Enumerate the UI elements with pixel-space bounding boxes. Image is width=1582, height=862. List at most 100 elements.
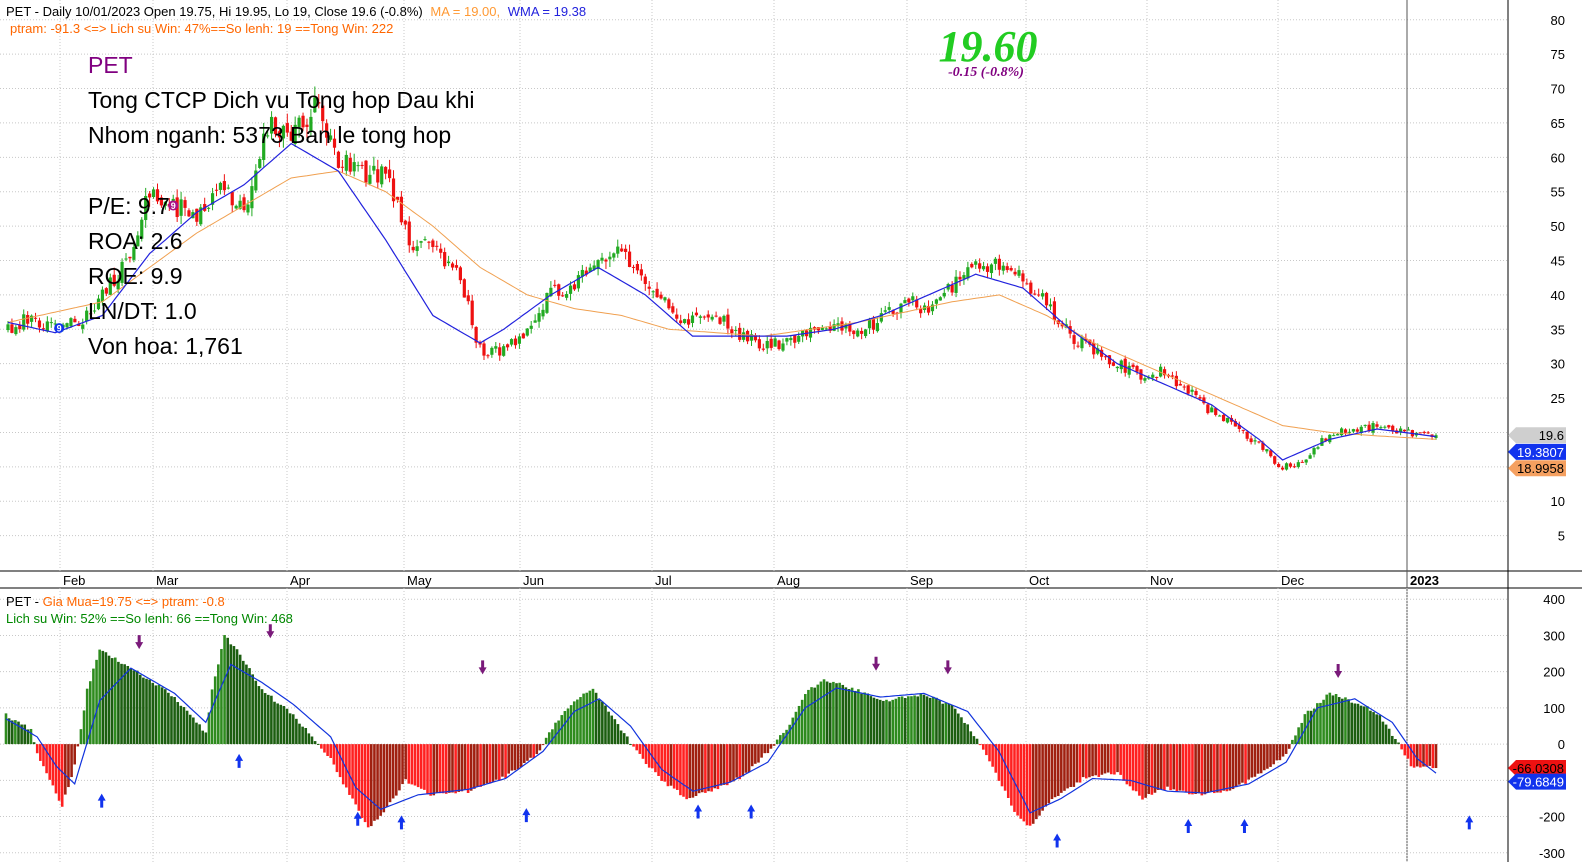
candle-body [1225, 417, 1230, 423]
osc-bar [98, 649, 101, 745]
osc-bar [660, 744, 663, 781]
candle-body [883, 310, 887, 312]
candle-body [218, 182, 223, 190]
osc-bar [432, 744, 436, 796]
candle-body [714, 315, 718, 317]
osc-bar [276, 703, 279, 745]
osc-bar [1094, 744, 1097, 776]
osc-bar [1106, 744, 1110, 773]
osc-bar [541, 744, 545, 746]
osc-bar [1025, 744, 1029, 826]
osc-bar [1113, 744, 1116, 775]
osc-bar [981, 744, 985, 750]
wma-tag: 19.3807 [1517, 445, 1564, 460]
osc-bar [666, 744, 670, 787]
osc-bar [92, 668, 95, 745]
osc-bar [1384, 724, 1388, 745]
info-company: Tong CTCP Dich vu Tong hop Dau khi [88, 87, 475, 113]
price-tick-label: 45 [1551, 253, 1565, 268]
osc-bar [1381, 721, 1385, 745]
candle-body [1280, 467, 1285, 470]
osc-bar [1181, 744, 1185, 791]
candle-body [521, 333, 525, 339]
candle-body [10, 324, 14, 333]
osc-bar [1078, 744, 1082, 783]
osc-bar [410, 744, 414, 785]
osc-bar [922, 694, 926, 745]
osc-bar [897, 697, 901, 745]
osc-bar [1159, 744, 1163, 790]
osc-bar [51, 744, 55, 786]
candle-body [887, 307, 891, 310]
candle-body [726, 314, 730, 329]
price-tick-label: 60 [1551, 150, 1565, 165]
osc-bar [232, 646, 236, 745]
candle-body [655, 288, 659, 298]
osc-bar [963, 722, 966, 745]
osc-bar [301, 726, 304, 745]
candle-body [517, 336, 522, 344]
osc-bar [794, 711, 798, 745]
osc-bar [1216, 744, 1219, 793]
candle-body [899, 303, 903, 313]
candle-body [226, 187, 230, 189]
candle-body [1182, 386, 1186, 388]
osc-bar [675, 744, 679, 790]
osc-bar [1431, 744, 1435, 769]
osc-bar [1334, 694, 1338, 745]
osc-bar [1194, 744, 1197, 794]
osc-bar [354, 744, 357, 805]
candle-body [675, 314, 679, 319]
osc-bar [704, 744, 707, 793]
candle-body [734, 329, 738, 331]
osc-bar [822, 679, 826, 745]
osc-bar [1250, 744, 1254, 778]
osc-bar [1359, 705, 1363, 745]
osc-bar [966, 724, 969, 745]
osc-bar [1072, 744, 1076, 787]
candle-body [494, 346, 498, 349]
price-change: -0.15 (-0.8%) [948, 65, 1024, 80]
osc-bar [950, 705, 954, 745]
osc-bar [170, 696, 173, 745]
osc-bar [173, 697, 176, 745]
osc-bar [357, 744, 361, 811]
osc-bar [694, 744, 698, 797]
osc-bar [788, 724, 791, 745]
osc-bar [226, 637, 229, 745]
osc-bar [1390, 735, 1394, 745]
candle-body [423, 239, 427, 241]
candle-body [435, 245, 439, 247]
osc-bar [157, 684, 161, 745]
osc-bar [316, 743, 320, 745]
candle-body [537, 313, 541, 322]
candle-body [769, 338, 773, 348]
osc-bar [760, 744, 763, 758]
osc-bar [919, 693, 923, 745]
candle-body [1371, 423, 1375, 433]
candle-body [690, 315, 695, 323]
osc-bar [1394, 739, 1397, 745]
osc-bar [1362, 706, 1366, 745]
osc-bar [1347, 699, 1350, 745]
osc-bar [220, 648, 223, 745]
candle-body [446, 261, 451, 264]
osc-bar [582, 693, 585, 745]
osc-bar [117, 661, 120, 745]
signal-marker-label: 9 [57, 324, 62, 334]
osc-bar [326, 744, 329, 757]
osc-bar [626, 736, 629, 745]
osc-bar [619, 730, 623, 745]
osc-bar [1234, 744, 1238, 788]
osc-bar [57, 744, 61, 801]
candle-body [722, 315, 726, 322]
candle-body [22, 314, 26, 330]
osc-bar [70, 744, 73, 778]
candle-body [1044, 292, 1049, 306]
osc-bar [641, 744, 645, 759]
osc-bar [632, 744, 635, 747]
osc-bar [1241, 744, 1244, 783]
osc-bar [719, 744, 723, 786]
osc-bar [907, 696, 910, 745]
osc-bar [747, 744, 751, 773]
